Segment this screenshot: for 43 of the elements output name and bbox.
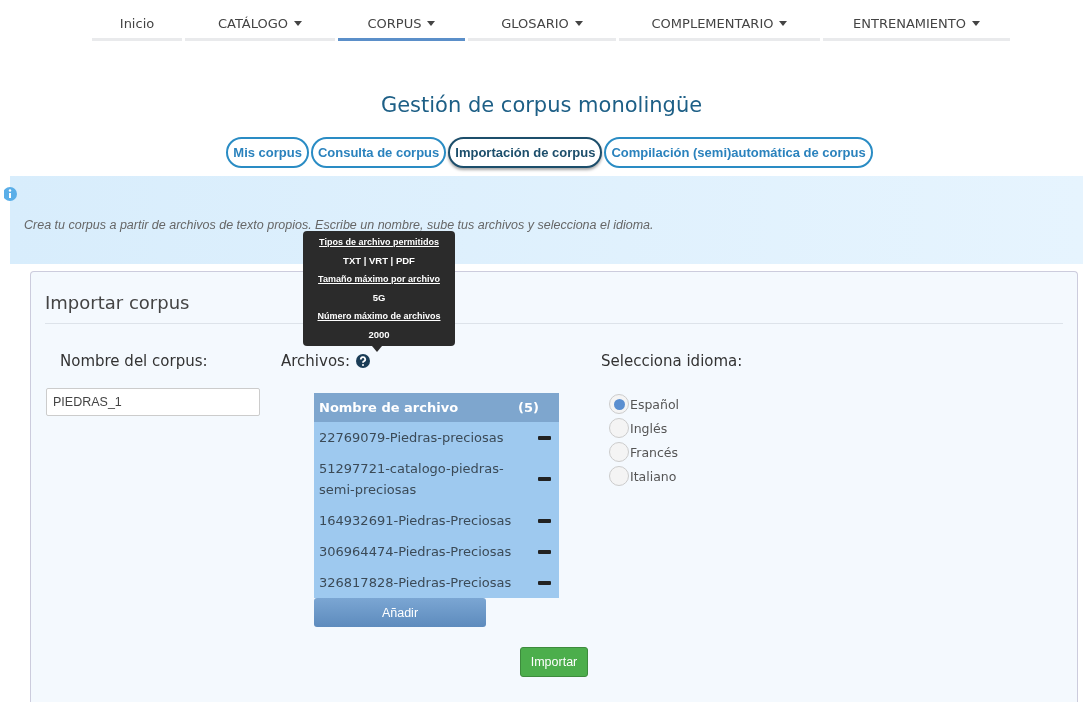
nav-item[interactable]: GLOSARIO — [468, 8, 616, 41]
radio-label: Francés — [630, 444, 679, 460]
tooltip-value: TXT | VRT | PDF — [343, 255, 415, 266]
tab[interactable]: Consulta de corpus — [310, 137, 447, 168]
field-label: Archivos: — [281, 352, 350, 370]
radio-button[interactable] — [609, 466, 629, 486]
tooltip-value: 5G — [372, 292, 386, 303]
file-name: 326817828-Piedras-Preciosas — [319, 574, 513, 592]
file-count: (5) — [518, 400, 539, 415]
nav-item[interactable]: CORPUS — [338, 8, 465, 41]
radio-button[interactable] — [609, 418, 629, 438]
tooltip-heading: Tamaño máximo por archivo — [318, 274, 440, 284]
nav-item[interactable]: ENTRENAMIENTO — [823, 8, 1010, 41]
remove-button[interactable] — [538, 580, 551, 585]
tab[interactable]: Mis corpus — [226, 137, 309, 168]
info-text: Crea tu corpus a partir de archivos de texto propios. Escribe un nombre, sube tus archivos y selecciona el idioma. — [24, 218, 655, 232]
field-label: Nombre del corpus: — [60, 352, 209, 370]
nav-item[interactable]: CATÁLOGO — [185, 8, 335, 41]
help-icon[interactable] — [355, 354, 370, 368]
radio-button[interactable] — [609, 442, 629, 462]
radio-label: Español — [630, 396, 680, 412]
remove-button[interactable] — [538, 549, 551, 554]
file-name: 51297721-catalogo-piedras-semi-preciosas — [319, 460, 505, 499]
tab[interactable]: Compilación (semi)automática de corpus — [604, 137, 873, 168]
radio-label: Italiano — [630, 468, 677, 484]
tab[interactable]: Importación de corpus — [448, 137, 603, 168]
tooltip-value: 2000 — [368, 329, 390, 340]
radio-label: Inglés — [630, 420, 668, 436]
nav-item[interactable]: Inicio — [92, 8, 182, 41]
remove-button[interactable] — [538, 518, 551, 523]
nav-item[interactable]: COMPLEMENTARIO — [619, 8, 820, 41]
radio-button[interactable] — [609, 394, 629, 414]
column-header: Nombre de archivo — [319, 400, 459, 415]
tooltip-heading: Tipos de archivo permitidos — [319, 237, 439, 247]
field-label: Selecciona idioma: — [601, 352, 744, 370]
tooltip-heading: Número máximo de archivos — [317, 311, 441, 321]
page-title: Gestión de corpus monolingüe — [379, 93, 704, 117]
remove-button[interactable] — [538, 435, 551, 440]
corpus-name-field[interactable]: PIEDRAS_1 — [46, 388, 260, 416]
file-name: 22769079-Piedras-preciosas — [319, 429, 505, 447]
file-name: 306964474-Piedras-Preciosas — [319, 543, 513, 561]
info-icon — [4, 186, 18, 202]
file-name: 164932691-Piedras-Preciosas — [319, 512, 513, 530]
